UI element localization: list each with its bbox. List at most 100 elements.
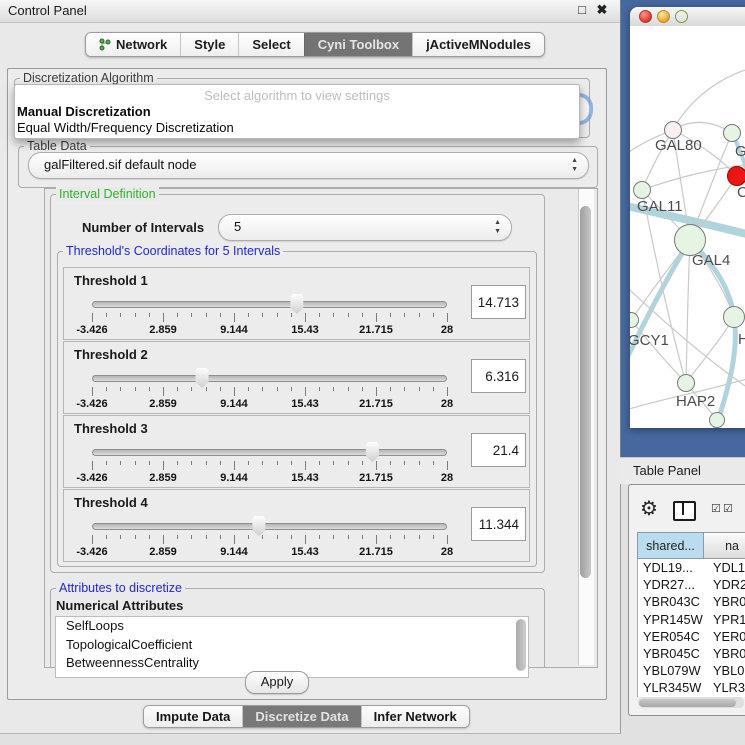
threshold-4-slider-thumb[interactable] bbox=[250, 516, 267, 536]
algorithm-option-manual[interactable]: Manual Discretization bbox=[17, 104, 151, 119]
table-row[interactable]: YBR045CYBR0 bbox=[638, 645, 745, 662]
table-hscrollbar-track[interactable] bbox=[638, 697, 744, 708]
table-row[interactable]: YBR043CYBR0 bbox=[638, 593, 745, 610]
tab-network[interactable]: Network bbox=[86, 33, 180, 56]
column-header-shared[interactable]: shared... bbox=[637, 532, 704, 559]
attribute-item-topologicalcoefficient[interactable]: TopologicalCoefficient bbox=[56, 636, 528, 655]
close-window-icon[interactable]: ✖ bbox=[594, 2, 610, 18]
threshold-4-slider-track[interactable] bbox=[92, 523, 447, 530]
node-label-gal11: GAL11 bbox=[637, 198, 683, 215]
threshold-2-panel: Threshold 2 -3.4262.8599.14415.4321.7152… bbox=[63, 341, 530, 414]
number-of-intervals-value: 5 bbox=[234, 219, 241, 234]
tab-jactivemnodules-label: jActiveMNodules bbox=[426, 37, 531, 52]
threshold-4-panel: Threshold 4 -3.4262.8599.14415.4321.7152… bbox=[63, 489, 530, 562]
threshold-1-slider-track[interactable] bbox=[92, 301, 447, 308]
threshold-2-scale: -3.4262.8599.14415.4321.71528 bbox=[64, 387, 529, 411]
column-header-name[interactable]: na bbox=[704, 532, 745, 559]
checkbox-icon[interactable]: ☑ bbox=[711, 502, 721, 515]
interval-definition-title: Interval Definition bbox=[56, 187, 159, 201]
table-hscrollbar-thumb[interactable] bbox=[639, 699, 736, 707]
node-label-gal4: GAL4 bbox=[692, 252, 730, 269]
threshold-3-label: Threshold 3 bbox=[74, 421, 148, 436]
node-bottom-partial[interactable] bbox=[709, 412, 725, 428]
mac-zoom-icon[interactable] bbox=[675, 10, 688, 23]
threshold-4-label: Threshold 4 bbox=[74, 495, 148, 510]
node-h[interactable] bbox=[723, 306, 745, 328]
table-row[interactable]: YDL19...YDL1 bbox=[638, 559, 745, 576]
stepper-icon: ▲▼ bbox=[494, 218, 501, 236]
attributes-group-title: Attributes to discretize bbox=[56, 581, 185, 595]
tab-style[interactable]: Style bbox=[180, 33, 238, 56]
node-hap2[interactable] bbox=[677, 374, 695, 392]
table-row[interactable]: YER054CYER0 bbox=[638, 628, 745, 645]
threshold-3-slider-thumb[interactable] bbox=[364, 442, 381, 462]
stepper-icon: ▲▼ bbox=[571, 156, 578, 174]
control-panel-tabbar: Network Style Select Cyni Toolbox jActiv… bbox=[85, 32, 545, 57]
mac-close-icon[interactable] bbox=[639, 10, 652, 23]
algorithm-placeholder: Select algorithm to view settings bbox=[15, 88, 579, 103]
attributes-list-scrollbar[interactable] bbox=[516, 619, 526, 671]
tab-infer-network[interactable]: Infer Network bbox=[361, 706, 469, 727]
tab-style-label: Style bbox=[194, 37, 225, 52]
tab-impute-data[interactable]: Impute Data bbox=[144, 706, 242, 727]
tab-discretize-data[interactable]: Discretize Data bbox=[242, 706, 360, 727]
control-panel-title: Control Panel bbox=[8, 3, 87, 18]
threshold-3-slider-track[interactable] bbox=[92, 449, 447, 456]
number-of-intervals-combobox[interactable]: 5 ▲▼ bbox=[218, 214, 512, 241]
table-data-group-title: Table Data bbox=[24, 139, 90, 153]
table-row[interactable]: YBL079WYBL0 bbox=[638, 662, 745, 679]
tab-select[interactable]: Select bbox=[238, 33, 303, 56]
table-header-row: shared... na bbox=[637, 532, 745, 559]
threshold-1-slider-thumb[interactable] bbox=[288, 294, 305, 314]
number-of-intervals-label: Number of Intervals bbox=[82, 220, 204, 235]
node-label-hap2: HAP2 bbox=[676, 393, 715, 410]
threshold-1-label: Threshold 1 bbox=[74, 273, 148, 288]
node-g[interactable] bbox=[723, 124, 741, 142]
attribute-item-betweennesscentrality[interactable]: BetweennessCentrality bbox=[56, 654, 528, 673]
node-label-c: C bbox=[737, 184, 745, 201]
table-row[interactable]: YDR27...YDR2 bbox=[638, 576, 745, 593]
table-row[interactable]: YPR145WYPR1 bbox=[638, 611, 745, 628]
tab-jactivemnodules[interactable]: jActiveMNodules bbox=[412, 33, 544, 56]
threshold-3-panel: Threshold 3 -3.4262.8599.14415.4321.7152… bbox=[63, 415, 530, 488]
thresholds-group-title: Threshold's Coordinates for 5 Intervals bbox=[63, 244, 283, 258]
threshold-4-value-field[interactable]: 11.344 bbox=[471, 507, 526, 541]
node-gal11[interactable] bbox=[633, 181, 651, 199]
bottom-tabbar: Impute Data Discretize Data Infer Networ… bbox=[143, 705, 470, 728]
threshold-1-value-field[interactable]: 14.713 bbox=[471, 285, 526, 319]
discretization-algorithm-group-title: Discretization Algorithm bbox=[20, 71, 157, 85]
threshold-4-scale: -3.4262.8599.14415.4321.71528 bbox=[64, 535, 529, 559]
settings-scrollbar-thumb[interactable] bbox=[580, 206, 591, 578]
tab-cyni-toolbox-label: Cyni Toolbox bbox=[318, 37, 399, 52]
table-panel-titlebar: Table Panel bbox=[620, 457, 745, 484]
gear-icon[interactable]: ⚙ bbox=[640, 496, 658, 521]
algorithm-option-equal-width[interactable]: Equal Width/Frequency Discretization bbox=[17, 120, 234, 135]
apply-button[interactable]: Apply bbox=[245, 671, 309, 694]
tab-cyni-toolbox[interactable]: Cyni Toolbox bbox=[304, 33, 412, 56]
table-row[interactable]: YLR345WYLR3 bbox=[638, 679, 745, 696]
numerical-attributes-list: SelfLoops TopologicalCoefficient Between… bbox=[55, 616, 529, 678]
float-window-icon[interactable]: □ bbox=[574, 2, 590, 17]
tab-discretize-data-label: Discretize Data bbox=[255, 709, 348, 724]
control-panel-titlebar: Control Panel □ ✖ bbox=[0, 0, 620, 23]
threshold-3-scale: -3.4262.8599.14415.4321.71528 bbox=[64, 461, 529, 485]
node-label-h: H bbox=[738, 331, 745, 348]
threshold-2-label: Threshold 2 bbox=[74, 347, 148, 362]
numerical-attributes-label: Numerical Attributes bbox=[56, 598, 183, 613]
table-data-combobox[interactable]: galFiltered.sif default node ▲▼ bbox=[28, 152, 589, 179]
node-red-selected[interactable] bbox=[727, 166, 745, 186]
network-icon bbox=[99, 38, 111, 51]
threshold-2-value-field[interactable]: 6.316 bbox=[471, 359, 526, 393]
tab-network-label: Network bbox=[116, 37, 167, 52]
threshold-2-slider-track[interactable] bbox=[92, 375, 447, 382]
checkbox-icon[interactable]: ☑ bbox=[723, 502, 733, 515]
threshold-3-value-field[interactable]: 21.4 bbox=[471, 433, 526, 467]
split-table-icon[interactable] bbox=[673, 501, 696, 521]
table-panel-title: Table Panel bbox=[633, 463, 701, 478]
network-canvas[interactable]: GAL80 G C GAL11 GAL4 GCY1 H HAP2 bbox=[630, 26, 745, 428]
attribute-item-selfloops[interactable]: SelfLoops bbox=[56, 617, 528, 636]
table-data-value: galFiltered.sif default node bbox=[44, 157, 196, 172]
threshold-2-slider-thumb[interactable] bbox=[194, 368, 211, 388]
mac-minimize-icon[interactable] bbox=[657, 10, 670, 23]
table-rows: YDL19...YDL1 YDR27...YDR2 YBR043CYBR0 YP… bbox=[637, 559, 745, 697]
